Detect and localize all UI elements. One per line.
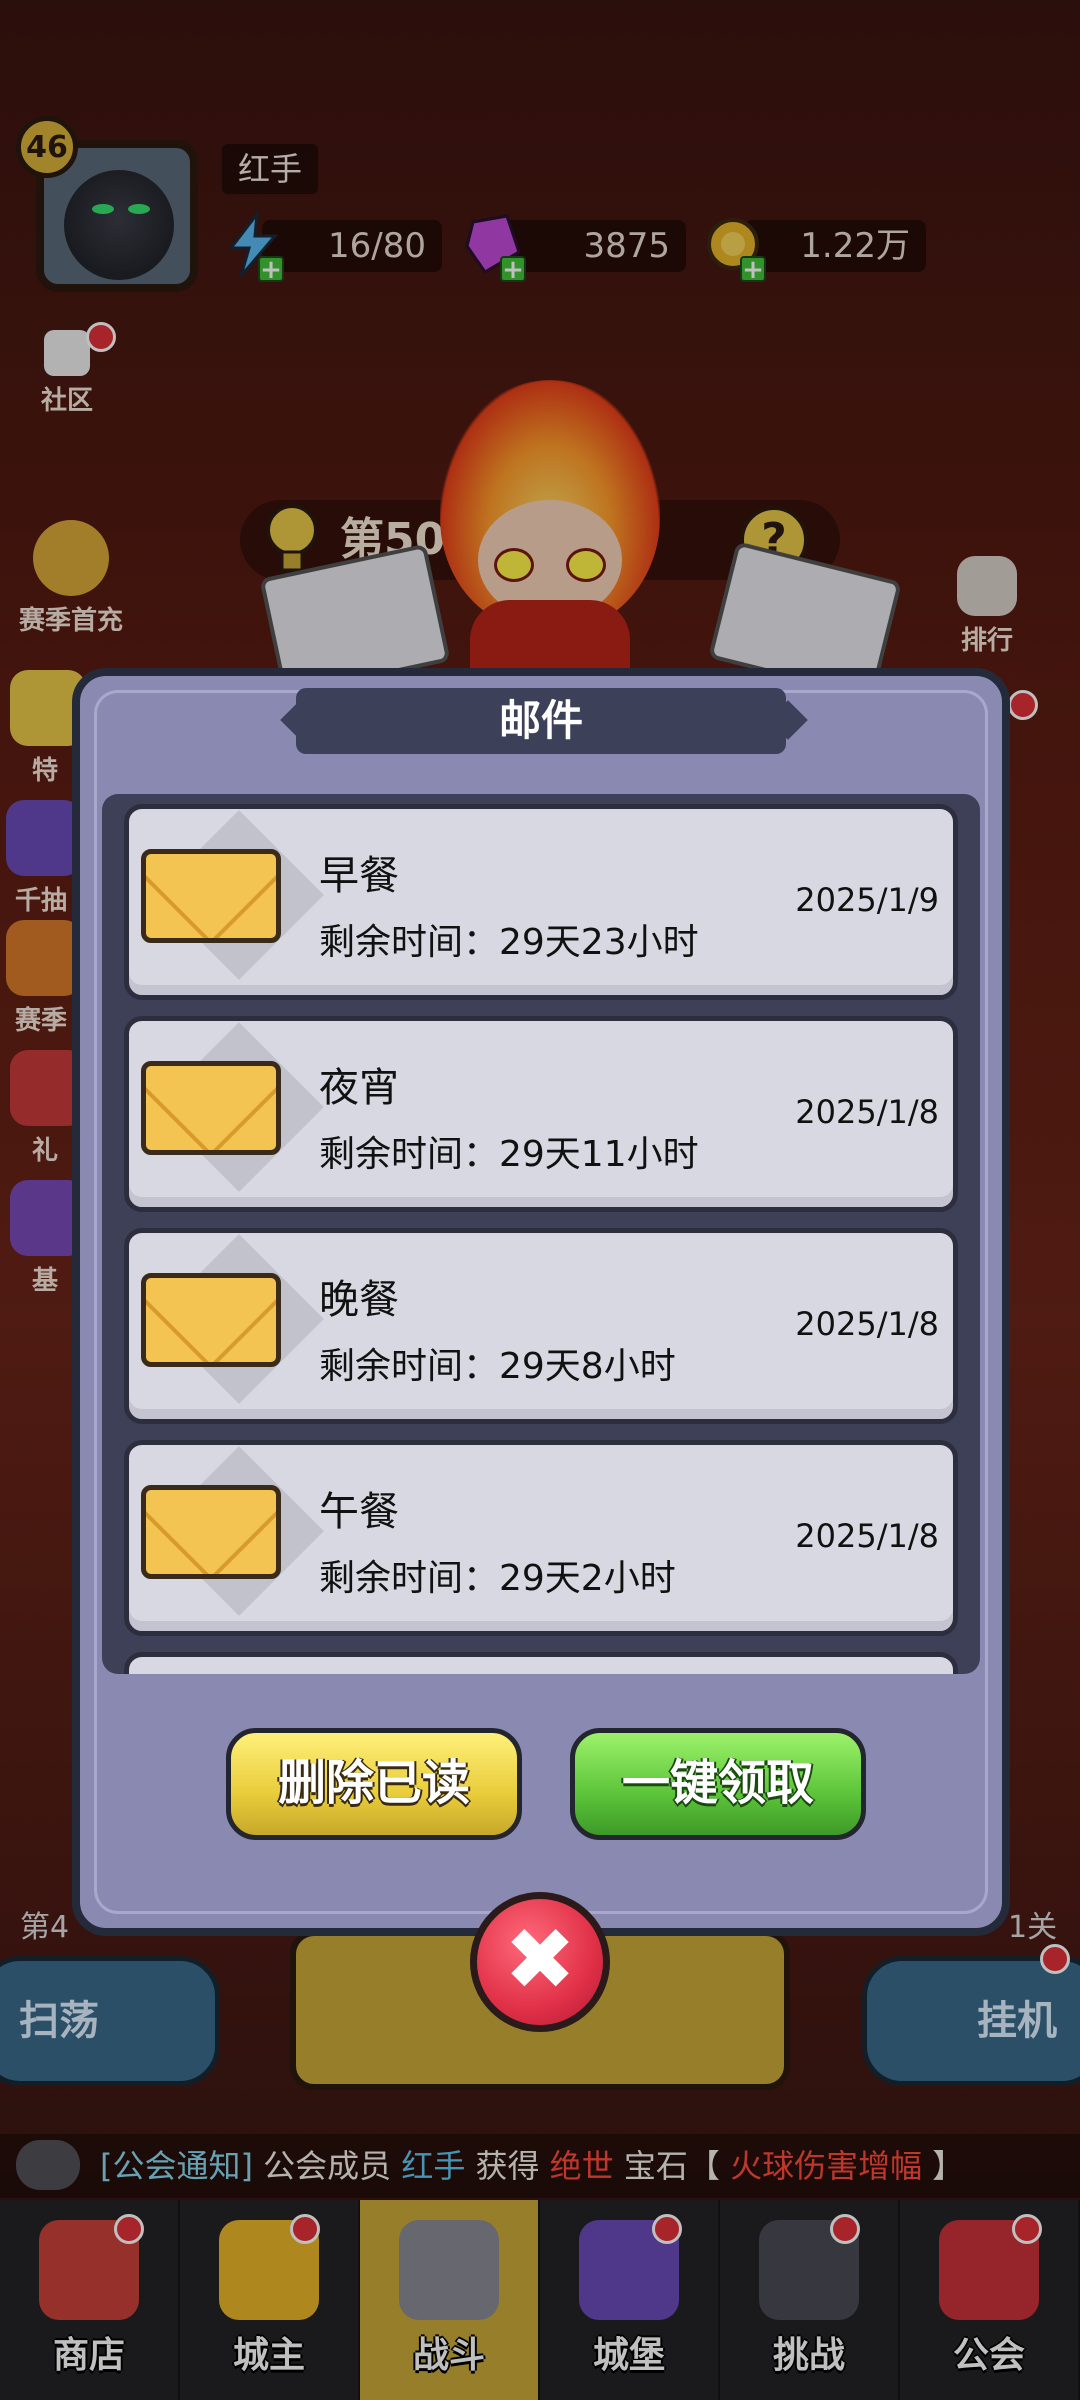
- mail-title: 晚餐: [319, 1277, 399, 1323]
- mail-title: 早餐: [319, 853, 399, 899]
- close-dialog-button[interactable]: ✖: [470, 1892, 610, 2032]
- mail-title: 午餐: [319, 1489, 399, 1535]
- mail-dialog: 邮件 早餐 剩余时间：29天23小时 2025/1/9 夜宵 剩余时间：29天1…: [72, 668, 1010, 1936]
- mail-date: 2025/1/8: [795, 1093, 939, 1131]
- mail-list[interactable]: 早餐 剩余时间：29天23小时 2025/1/9 夜宵 剩余时间：29天11小时…: [102, 794, 980, 1674]
- mail-date: 2025/1/8: [795, 1517, 939, 1555]
- envelope-icon: [141, 1061, 281, 1155]
- delete-read-button[interactable]: 删除已读: [226, 1728, 522, 1840]
- mail-title: 夜宵: [319, 1065, 399, 1111]
- mail-item[interactable]: 早餐 剩余时间：29天23小时 2025/1/9: [124, 804, 958, 1000]
- claim-all-button[interactable]: 一键领取: [570, 1728, 866, 1840]
- envelope-icon: [141, 1485, 281, 1579]
- dialog-title: 邮件: [296, 688, 786, 754]
- mail-date: 2025/1/8: [795, 1305, 939, 1343]
- mail-item[interactable]: 午餐 剩余时间：29天2小时 2025/1/8: [124, 1440, 958, 1636]
- mail-remaining-time: 剩余时间：29天8小时: [319, 1346, 676, 1387]
- mail-date: 2025/1/9: [795, 881, 939, 919]
- mail-item[interactable]: 夜宵 剩余时间：29天11小时 2025/1/8: [124, 1016, 958, 1212]
- mail-remaining-time: 剩余时间：29天23小时: [319, 922, 699, 963]
- mail-item-partial[interactable]: [124, 1652, 958, 1674]
- mail-remaining-time: 剩余时间：29天11小时: [319, 1134, 699, 1175]
- mail-item[interactable]: 晚餐 剩余时间：29天8小时 2025/1/8: [124, 1228, 958, 1424]
- envelope-icon: [141, 1273, 281, 1367]
- envelope-icon: [141, 849, 281, 943]
- mail-remaining-time: 剩余时间：29天2小时: [319, 1558, 676, 1599]
